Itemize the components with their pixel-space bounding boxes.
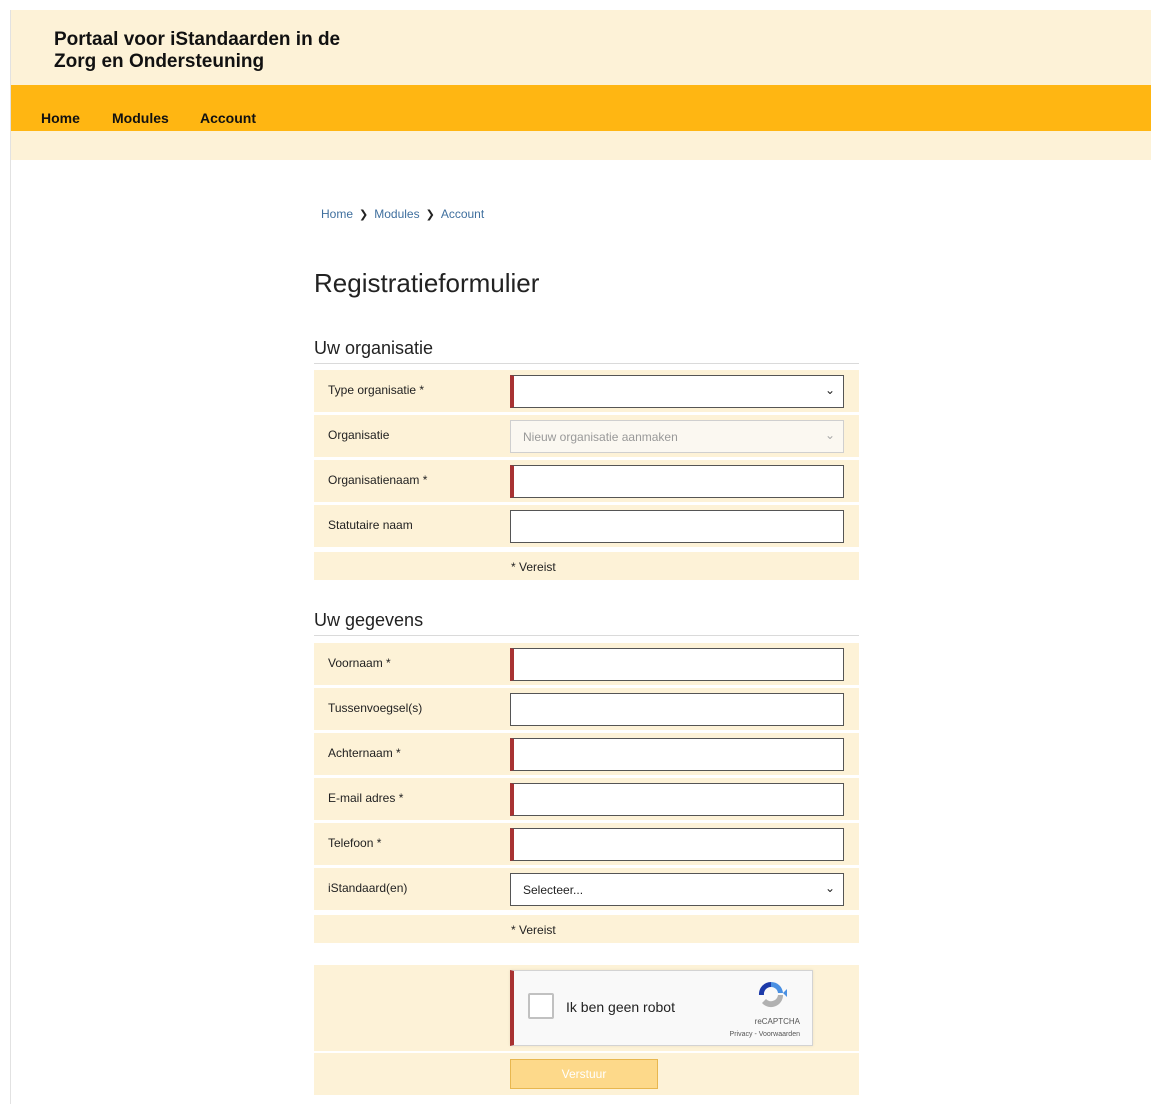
achternaam-input[interactable]: [514, 739, 843, 770]
form-row-email: E-mail adres *: [314, 778, 859, 820]
chevron-down-icon: ⌄: [824, 428, 835, 442]
tussenvoegsel-label: Tussenvoegsel(s): [328, 701, 423, 715]
form-row-achternaam: Achternaam *: [314, 733, 859, 775]
voornaam-field: [510, 648, 844, 681]
breadcrumb-account[interactable]: Account: [441, 207, 484, 221]
form-row-type-organisatie: Type organisatie * ⌄: [314, 370, 859, 412]
breadcrumb: Home ❯ Modules ❯ Account: [321, 207, 484, 221]
form-row-captcha: Ik ben geen robot reCAPTCHA Privacy - Vo…: [314, 965, 859, 1051]
tussenvoegsel-input[interactable]: [511, 694, 843, 725]
achternaam-field: [510, 738, 844, 771]
site-title-line-1: Portaal voor iStandaarden in de: [54, 29, 341, 50]
istandaarden-select[interactable]: Selecteer... ⌄: [510, 873, 844, 906]
recaptcha-terms-link[interactable]: Voorwaarden: [759, 1031, 800, 1038]
type-organisatie-label: Type organisatie *: [328, 383, 425, 397]
telefoon-label: Telefoon *: [328, 836, 382, 850]
organisatie-value: Nieuw organisatie aanmaken: [523, 430, 678, 444]
form-row-submit: Verstuur: [314, 1053, 859, 1095]
statutaire-naam-input[interactable]: [511, 511, 843, 542]
email-label: E-mail adres *: [328, 791, 404, 805]
nav-item-home[interactable]: Home: [41, 110, 80, 126]
recaptcha-widget: Ik ben geen robot reCAPTCHA Privacy - Vo…: [510, 970, 813, 1046]
form-row-statutaire-naam: Statutaire naam: [314, 505, 859, 547]
page-title: Registratieformulier: [314, 268, 540, 298]
organisatie-select: Nieuw organisatie aanmaken ⌄: [510, 420, 844, 453]
main-nav: Home Modules Account: [11, 85, 1151, 131]
header-sub-band: [11, 131, 1151, 160]
section-heading-organisation: Uw organisatie: [314, 338, 859, 364]
organisatienaam-input[interactable]: [514, 466, 843, 497]
organisatienaam-label: Organisatienaam *: [328, 473, 428, 487]
telefoon-input[interactable]: [514, 829, 843, 860]
email-field: [510, 783, 844, 816]
email-input[interactable]: [514, 784, 843, 815]
tussenvoegsel-field: [510, 693, 844, 726]
nav-item-modules[interactable]: Modules: [112, 110, 169, 126]
voornaam-input[interactable]: [514, 649, 843, 680]
recaptcha-logo-icon: [758, 981, 787, 1008]
chevron-right-icon: ❯: [359, 209, 369, 221]
required-note-text: * Vereist: [511, 923, 556, 937]
statutaire-naam-field: [510, 510, 844, 543]
site-title[interactable]: Portaal voor iStandaarden in de Zorg en …: [54, 29, 414, 73]
site-header: Portaal voor iStandaarden in de Zorg en …: [11, 10, 1151, 85]
site-title-line-2: Zorg en Ondersteuning: [54, 51, 265, 72]
voornaam-label: Voornaam *: [328, 656, 391, 670]
recaptcha-privacy-link[interactable]: Privacy: [730, 1031, 753, 1038]
achternaam-label: Achternaam *: [328, 746, 401, 760]
form-row-organisatie: Organisatie Nieuw organisatie aanmaken ⌄: [314, 415, 859, 457]
breadcrumb-modules[interactable]: Modules: [374, 207, 419, 221]
breadcrumb-home[interactable]: Home: [321, 207, 353, 221]
statutaire-naam-label: Statutaire naam: [328, 518, 413, 532]
form-row-voornaam: Voornaam *: [314, 643, 859, 685]
organisatie-label: Organisatie: [328, 428, 390, 442]
recaptcha-label: Ik ben geen robot: [566, 999, 675, 1015]
form-row-istandaarden: iStandaard(en) Selecteer... ⌄: [314, 868, 859, 910]
chevron-down-icon: ⌄: [824, 383, 835, 397]
nav-item-account[interactable]: Account: [200, 110, 256, 126]
istandaarden-label: iStandaard(en): [328, 881, 408, 895]
recaptcha-links: Privacy - Voorwaarden: [729, 1031, 800, 1038]
submit-button[interactable]: Verstuur: [510, 1059, 658, 1089]
required-note-personal: * Vereist: [314, 915, 859, 943]
form-row-telefoon: Telefoon *: [314, 823, 859, 865]
required-note-organisation: * Vereist: [314, 552, 859, 580]
recaptcha-checkbox[interactable]: [528, 993, 554, 1019]
chevron-down-icon: ⌄: [824, 881, 835, 895]
recaptcha-brand: reCAPTCHA: [754, 1017, 800, 1026]
required-note-text: * Vereist: [511, 560, 556, 574]
form-row-tussenvoegsel: Tussenvoegsel(s): [314, 688, 859, 730]
page-left-border: [10, 10, 11, 1104]
chevron-right-icon: ❯: [425, 209, 435, 221]
organisatienaam-field: [510, 465, 844, 498]
section-heading-personal: Uw gegevens: [314, 610, 859, 636]
istandaarden-value: Selecteer...: [523, 883, 584, 897]
telefoon-field: [510, 828, 844, 861]
form-row-organisatienaam: Organisatienaam *: [314, 460, 859, 502]
type-organisatie-select[interactable]: ⌄: [510, 375, 844, 408]
